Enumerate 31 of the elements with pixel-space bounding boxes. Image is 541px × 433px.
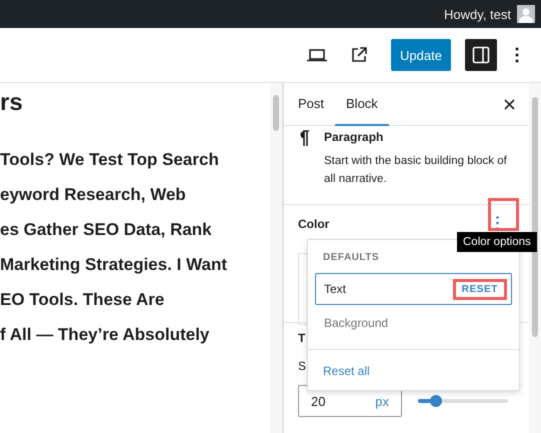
reset-all-button[interactable]: Reset all	[315, 360, 378, 382]
paragraph-line: EO Tools. These Are	[0, 289, 166, 311]
scrollbar[interactable]	[270, 83, 283, 433]
reset-button[interactable]: RESET	[452, 278, 507, 300]
paragraph-line: f All — They’re Absolutely	[0, 324, 210, 346]
settings-button[interactable]	[465, 39, 497, 71]
paragraph-line: eyword Research, Web	[0, 184, 187, 206]
highlight-frame	[488, 198, 519, 231]
group-label: DEFAULTS	[322, 252, 380, 263]
external-link-icon[interactable]	[350, 46, 368, 64]
post-title: rs	[0, 89, 24, 118]
menu-item[interactable]: Text RESET	[315, 273, 512, 305]
size-label: S	[298, 359, 306, 373]
paragraph-icon	[298, 130, 310, 146]
more-icon[interactable]	[515, 47, 519, 63]
update-button[interactable]: Update	[391, 39, 451, 71]
block-description: Start with the basic building block of all narrative.	[324, 154, 508, 187]
paragraph-line: es Gather SEO Data, Rank	[0, 219, 213, 241]
sidebar-icon[interactable]	[472, 46, 490, 64]
greeting[interactable]: Howdy, test	[444, 6, 511, 22]
tooltip: Color options	[457, 232, 537, 252]
scrollbar[interactable]	[529, 83, 541, 433]
block-name: Paragraph	[324, 130, 384, 144]
laptop-icon[interactable]	[306, 47, 328, 63]
section-heading: Color	[298, 217, 330, 231]
paragraph-line: Marketing Strategies. I Want	[0, 254, 228, 276]
sidebar-tab[interactable]: Block	[335, 83, 389, 126]
paragraph-line: Tools? We Test Top Search	[0, 149, 220, 171]
sidebar-tab[interactable]: Post	[287, 83, 336, 126]
menu-item[interactable]: Background	[315, 307, 512, 339]
section-heading: T	[298, 331, 306, 345]
